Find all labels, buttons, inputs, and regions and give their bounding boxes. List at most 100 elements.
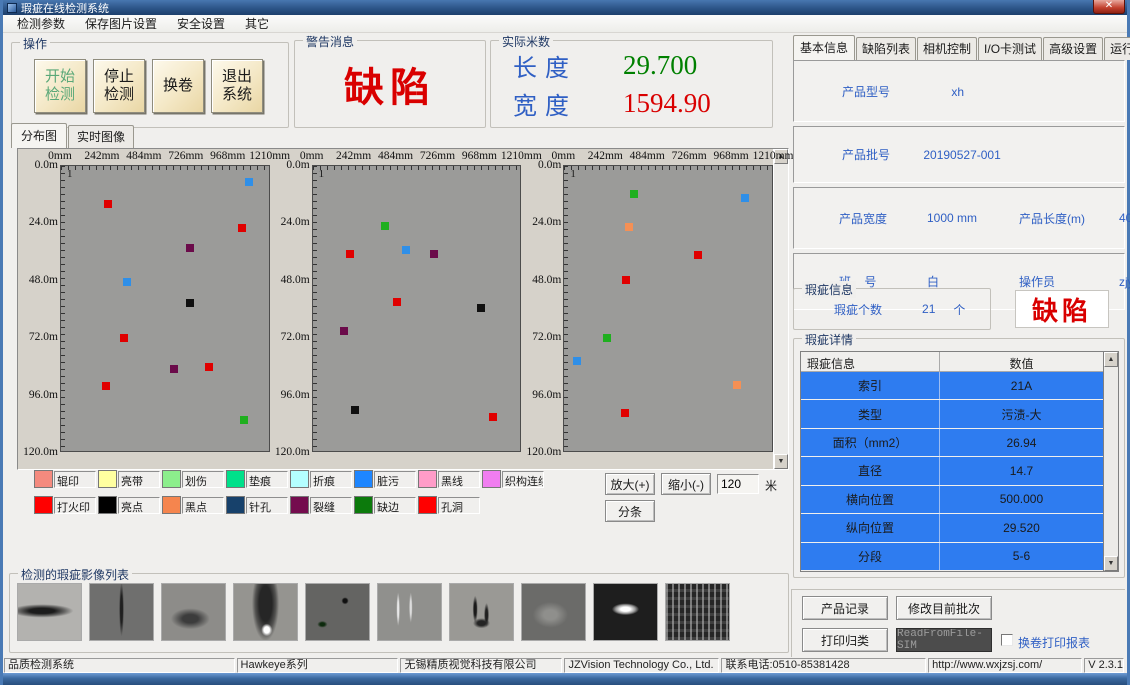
read-from-file-button[interactable]: ReadFromFile-SIM <box>896 628 992 652</box>
defect-image-5[interactable] <box>305 583 370 641</box>
defect-image-10[interactable] <box>665 583 730 641</box>
legend-color-swatch <box>98 470 117 488</box>
defect-point[interactable] <box>186 244 194 252</box>
meters-input[interactable] <box>717 474 759 494</box>
y-tick-label: 24.0m <box>281 216 310 228</box>
defect-point[interactable] <box>104 200 112 208</box>
detail-row[interactable]: 横向位置500.000 <box>801 486 1103 514</box>
legend-item: 黑线 <box>418 470 482 488</box>
defect-point[interactable] <box>340 327 348 335</box>
defect-point[interactable] <box>381 222 389 230</box>
defect-image-4[interactable] <box>233 583 298 641</box>
tab-realtime-image[interactable]: 实时图像 <box>68 125 134 148</box>
op-button-2[interactable]: 停止 检测 <box>93 59 145 113</box>
defect-point[interactable] <box>694 251 702 259</box>
defect-point[interactable] <box>351 406 359 414</box>
x-tick-label: 968mm <box>714 150 749 162</box>
defect-point[interactable] <box>245 178 253 186</box>
menu-item-1[interactable]: 检测参数 <box>7 14 75 33</box>
detail-row-label: 面积（mm2） <box>801 429 940 456</box>
zoom-out-button[interactable]: 缩小(-) <box>661 473 711 495</box>
defect-point[interactable] <box>186 299 194 307</box>
split-button[interactable]: 分条 <box>605 500 655 522</box>
scatter-panel-3: 0mm242mm484mm726mm968mm1210mm0.0m24.0m48… <box>521 149 773 469</box>
defect-image-8[interactable] <box>521 583 586 641</box>
legend-color-swatch <box>34 496 53 514</box>
y-tick-label: 24.0m <box>29 216 58 228</box>
detail-row[interactable]: 类型污渍-大 <box>801 400 1103 428</box>
menu-item-3[interactable]: 安全设置 <box>167 14 235 33</box>
op-button-3[interactable]: 换卷 <box>152 59 204 113</box>
op-button-4[interactable]: 退出 系统 <box>211 59 263 113</box>
title-bar: 瑕疵在线检测系统 ✕ <box>3 0 1127 15</box>
defect-point[interactable] <box>102 382 110 390</box>
menu-item-4[interactable]: 其它 <box>235 14 279 33</box>
settings-tab-3[interactable]: 相机控制 <box>917 37 977 60</box>
menu-item-2[interactable]: 保存图片设置 <box>75 14 167 33</box>
print-classify-button[interactable]: 打印归类 <box>802 628 888 652</box>
defect-image-3[interactable] <box>161 583 226 641</box>
product-length-label: 产品长度(m) <box>1019 210 1119 227</box>
y-tick-label: 0.0m <box>538 159 561 171</box>
product-batch-value: 20190527-001 <box>923 148 1000 162</box>
defect-point[interactable] <box>170 365 178 373</box>
tab-distribution-map[interactable]: 分布图 <box>11 123 67 148</box>
defect-image-6[interactable] <box>377 583 442 641</box>
defect-count-unit: 个 <box>953 301 965 318</box>
defect-point[interactable] <box>120 334 128 342</box>
settings-tab-6[interactable]: 运行状态信息 <box>1104 37 1130 60</box>
x-tick-label: 726mm <box>420 150 455 162</box>
defect-point[interactable] <box>123 278 131 286</box>
scroll-down-icon[interactable]: ▼ <box>774 454 788 469</box>
detail-row[interactable]: 分段5-6 <box>801 543 1103 571</box>
legend-label: 黑点 <box>182 497 224 514</box>
defect-image-7[interactable] <box>449 583 514 641</box>
plot-scrollbar[interactable]: ▲▼ <box>773 149 788 469</box>
scroll-up-icon[interactable]: ▲ <box>1104 352 1118 367</box>
detail-row[interactable]: 直径14.7 <box>801 457 1103 485</box>
defect-image-2[interactable] <box>89 583 154 641</box>
settings-tab-2[interactable]: 缺陷列表 <box>856 37 916 60</box>
y-tick-label: 48.0m <box>281 274 310 286</box>
modify-batch-button[interactable]: 修改目前批次 <box>896 596 992 620</box>
defect-point[interactable] <box>393 298 401 306</box>
defect-point[interactable] <box>346 250 354 258</box>
detail-row[interactable]: 索引21A <box>801 372 1103 400</box>
defect-point[interactable] <box>489 413 497 421</box>
scroll-down-icon[interactable]: ▼ <box>1104 556 1118 571</box>
window-title: 瑕疵在线检测系统 <box>21 0 109 16</box>
op-button-1[interactable]: 开始 检测 <box>34 59 86 113</box>
defect-point[interactable] <box>477 304 485 312</box>
x-tick-label: 968mm <box>210 150 245 162</box>
defect-point[interactable] <box>238 224 246 232</box>
zoom-in-button[interactable]: 放大(+) <box>605 473 655 495</box>
warning-group: 警告消息 缺陷 <box>294 40 486 128</box>
settings-tab-5[interactable]: 高级设置 <box>1043 37 1103 60</box>
detail-row[interactable]: 面积（mm2）26.94 <box>801 429 1103 457</box>
settings-tab-4[interactable]: I/O卡测试 <box>978 37 1042 60</box>
defect-point[interactable] <box>402 246 410 254</box>
defect-point[interactable] <box>622 276 630 284</box>
defect-point[interactable] <box>603 334 611 342</box>
defect-point[interactable] <box>733 381 741 389</box>
y-tick-label: 120.0m <box>275 446 310 458</box>
defect-point[interactable] <box>741 194 749 202</box>
meters-group-label: 实际米数 <box>499 33 553 50</box>
defect-image-1[interactable] <box>17 583 82 641</box>
defect-point[interactable] <box>621 409 629 417</box>
product-record-button[interactable]: 产品记录 <box>802 596 888 620</box>
close-button[interactable]: ✕ <box>1093 0 1125 14</box>
detail-row-value: 5-6 <box>940 543 1103 570</box>
defect-point[interactable] <box>430 250 438 258</box>
defect-point[interactable] <box>205 363 213 371</box>
print-on-roll-change-checkbox[interactable] <box>1001 634 1013 646</box>
settings-tab-1[interactable]: 基本信息 <box>793 35 855 60</box>
scatter-plot: 1 <box>312 165 522 452</box>
defect-point[interactable] <box>573 357 581 365</box>
defect-point[interactable] <box>625 223 633 231</box>
defect-point[interactable] <box>240 416 248 424</box>
detail-row[interactable]: 纵向位置29.520 <box>801 514 1103 542</box>
defect-image-9[interactable] <box>593 583 658 641</box>
detail-table-scrollbar[interactable]: ▲ ▼ <box>1103 352 1118 571</box>
defect-point[interactable] <box>630 190 638 198</box>
